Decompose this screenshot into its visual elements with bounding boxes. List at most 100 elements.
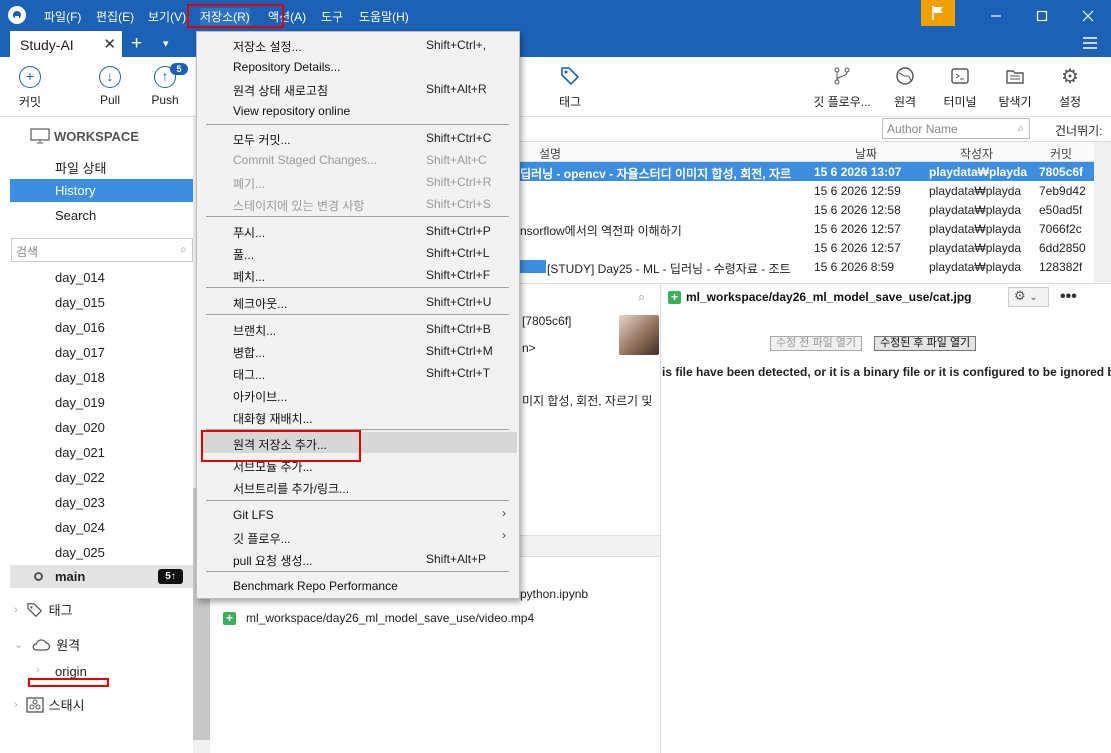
sidebar-item-search[interactable]: Search [10, 204, 193, 227]
menu-repo-settings[interactable]: 저장소 설정... [233, 38, 302, 55]
annotation-box-repository-menu [187, 4, 284, 28]
menu-merge[interactable]: 병합... [233, 344, 265, 361]
shortcut-label: Shift+Ctrl+L [426, 246, 490, 260]
menu-separator [206, 314, 509, 315]
branch-item[interactable]: day_025 [55, 545, 105, 560]
diff-options-button[interactable]: ⚙ ⌄ [1008, 287, 1049, 307]
commit-icon: + [19, 66, 41, 88]
gitflow-button[interactable]: 깃 플로우... [806, 66, 878, 110]
tab-close-icon[interactable]: ✕ [103, 35, 116, 53]
search-icon[interactable]: ⌕ [638, 289, 645, 305]
open-after-file-button[interactable]: 수정된 후 파일 열기 [874, 336, 977, 351]
menu-checkout[interactable]: 체크아웃... [233, 295, 287, 312]
sidebar-group-stash[interactable]: › 스태시 [14, 695, 85, 714]
remote-button[interactable]: 원격 [875, 66, 935, 110]
workspace-label: WORKSPACE [54, 128, 139, 144]
row-commit: e50ad5f [1039, 203, 1083, 217]
diff-pane [660, 283, 1111, 753]
shortcut-label: Shift+Ctrl+B [426, 322, 491, 336]
menu-edit[interactable]: 편집(E) [96, 8, 134, 25]
explorer-button[interactable]: 탐색기 [985, 66, 1045, 110]
column-commit[interactable]: 커밋 [1050, 145, 1072, 162]
sidebar-search-input[interactable]: 검색 ⌕ [11, 238, 193, 262]
menu-commit-all[interactable]: 모두 커밋... [233, 131, 291, 148]
branch-item[interactable]: day_022 [55, 470, 105, 485]
hamburger-icon[interactable] [1083, 37, 1097, 52]
commit-button[interactable]: + 커밋 [0, 66, 60, 110]
log-scrollbar[interactable] [1094, 142, 1111, 282]
menu-staged-changes: 스테이지에 있는 변경 사항 [233, 199, 365, 213]
menu-refresh-remote[interactable]: 원격 상태 새로고침 [233, 82, 328, 99]
menu-create-pull-request[interactable]: pull 요청 생성... [233, 552, 313, 569]
tag-button[interactable]: 태그 [540, 66, 600, 110]
shortcut-label: Shift+Ctrl+U [426, 295, 492, 309]
menu-view[interactable]: 보기(V) [148, 8, 186, 25]
row-author: playdata₩playda [929, 203, 1022, 217]
menu-git-lfs[interactable]: Git LFS [233, 508, 274, 522]
file-item[interactable]: python.ipynb [520, 587, 588, 601]
menu-branch[interactable]: 브랜치... [233, 322, 276, 339]
column-author[interactable]: 작성자 [960, 145, 993, 162]
branch-item[interactable]: day_020 [55, 420, 105, 435]
column-date[interactable]: 날짜 [855, 145, 877, 162]
row-author: playdata₩playda [929, 222, 1022, 236]
branch-item[interactable]: day_019 [55, 395, 105, 410]
branch-item[interactable]: day_014 [55, 270, 105, 285]
branch-item[interactable]: day_024 [55, 520, 105, 535]
remote-label: 원격 [893, 95, 917, 109]
settings-button[interactable]: ⚙ 설정 [1040, 66, 1100, 110]
pull-button[interactable]: ↓ Pull [80, 66, 140, 107]
chevron-right-icon: › [14, 603, 18, 616]
branch-item[interactable]: day_017 [55, 345, 105, 360]
menu-add-subtree[interactable]: 서브트리를 추가/링크... [233, 480, 349, 497]
skip-label: 건너뛰기: [1055, 124, 1103, 138]
close-icon[interactable] [1065, 0, 1111, 31]
branch-item[interactable]: day_021 [55, 445, 105, 460]
menu-help[interactable]: 도움말(H) [359, 8, 409, 25]
branch-item[interactable]: day_015 [55, 295, 105, 310]
menu-interactive-rebase[interactable]: 대화형 재배치... [233, 410, 313, 427]
menu-pull[interactable]: 풀... [233, 246, 254, 263]
menu-tag[interactable]: 태그... [233, 366, 265, 383]
menu-fetch[interactable]: 페치... [233, 268, 265, 285]
menu-repo-details[interactable]: Repository Details... [233, 60, 340, 74]
minimize-icon[interactable] [973, 0, 1019, 31]
branch-main-label: main [55, 569, 86, 584]
sidebar-item-file-status[interactable]: 파일 상태 [10, 154, 193, 177]
branch-item[interactable]: day_023 [55, 495, 105, 510]
gitflow-label: 깃 플로우... [813, 95, 871, 109]
commit-detail-line: 미지 합성, 회전, 자르기 및 [522, 394, 653, 408]
search-icon: ⌕ [1017, 121, 1024, 135]
sidebar-item-history[interactable]: History [10, 179, 193, 202]
branch-item[interactable]: day_016 [55, 320, 105, 335]
add-tab-icon[interactable]: + [131, 33, 142, 55]
menu-archive[interactable]: 아카이브... [233, 388, 287, 405]
author-filter-input[interactable]: Author Name ⌕ [882, 118, 1030, 139]
branch-item[interactable]: day_018 [55, 370, 105, 385]
gear-icon: ⚙ [1014, 288, 1026, 303]
column-description[interactable]: 설명 [539, 145, 561, 162]
sidebar-group-tags[interactable]: › 태그 [14, 600, 73, 619]
chevron-right-icon: › [502, 528, 506, 542]
open-before-file-button[interactable]: 수정 전 파일 열기 [770, 336, 863, 351]
tab-study-ai[interactable]: Study-AI ✕ [10, 31, 122, 57]
more-options-icon[interactable]: ••• [1060, 288, 1077, 306]
menu-view-online[interactable]: View repository online [233, 104, 350, 118]
menu-tools[interactable]: 도구 [321, 8, 343, 25]
maximize-icon[interactable] [1019, 0, 1065, 31]
commit-label: 커밋 [18, 95, 42, 109]
sidebar-group-remotes[interactable]: ⌄ 원격 [14, 635, 80, 654]
shortcut-label: Shift+Ctrl+S [426, 197, 491, 211]
flag-icon[interactable] [921, 0, 955, 26]
menu-git-flow[interactable]: 깃 플로우... [233, 530, 291, 547]
commit-ref[interactable]: [7805c6f] [522, 314, 571, 328]
file-item[interactable]: ml_workspace/day26_ml_model_save_use/vid… [246, 611, 534, 625]
menu-file[interactable]: 파일(F) [44, 8, 81, 25]
tags-label: 태그 [48, 603, 73, 618]
remote-item-origin[interactable]: origin [55, 664, 87, 679]
menu-push[interactable]: 푸시... [233, 224, 265, 241]
tab-list-icon[interactable]: ▾ [163, 37, 169, 50]
terminal-button[interactable]: 터미널 [930, 66, 990, 110]
terminal-icon [949, 66, 971, 88]
menu-benchmark[interactable]: Benchmark Repo Performance [233, 579, 398, 593]
